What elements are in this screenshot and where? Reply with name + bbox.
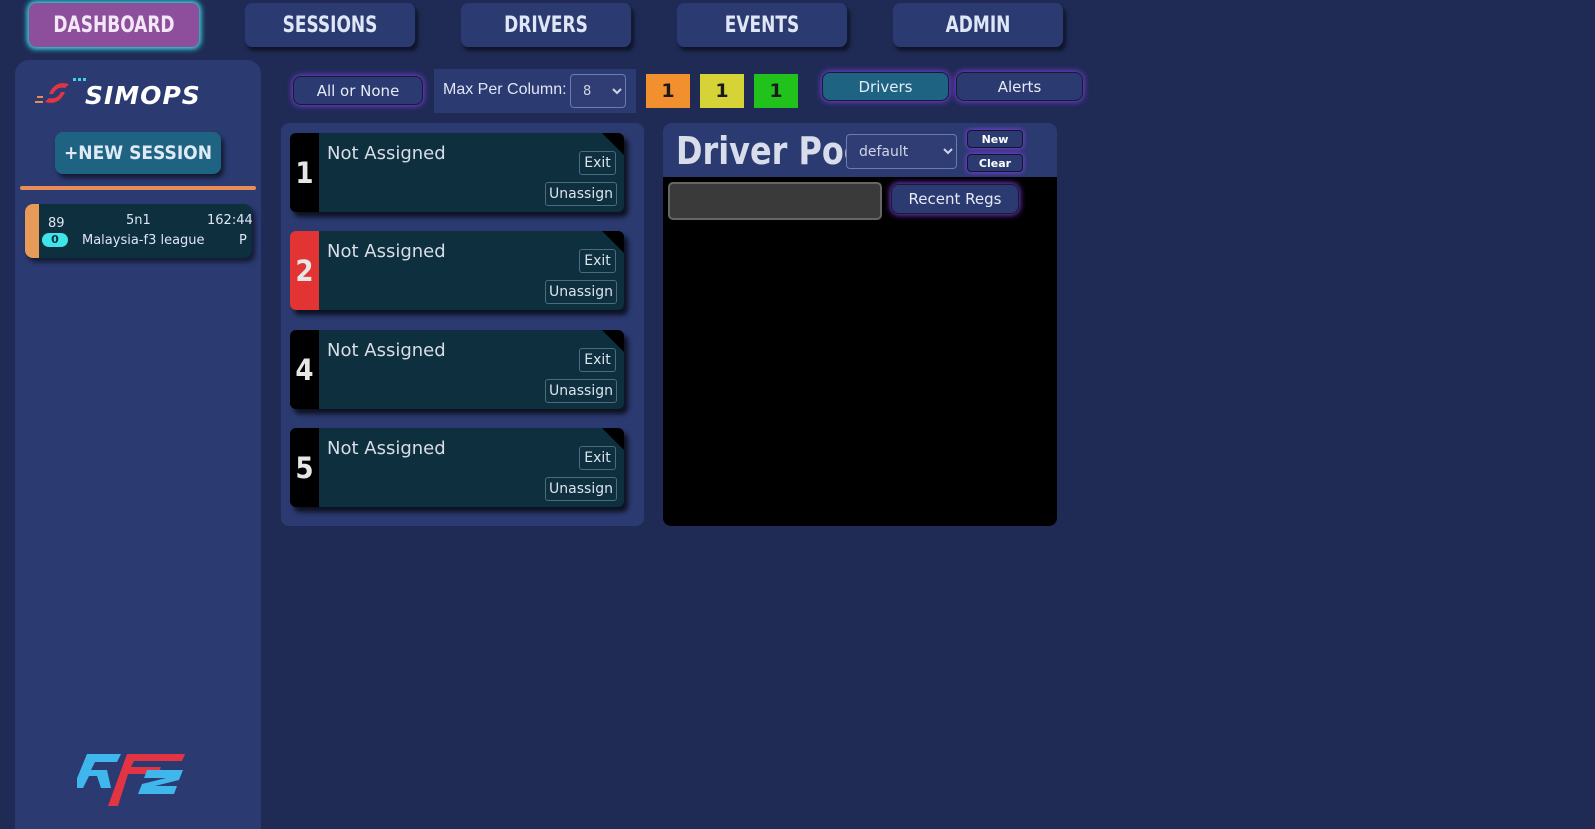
nav-events[interactable]: EVENTS [676,3,848,47]
sidebar: SIMOPS +NEW SESSION 89 0 5n1 162:44 Mala… [15,60,261,829]
seat-number: 1 [290,133,319,212]
tab-drivers[interactable]: Drivers [822,72,949,101]
clear-pool-button[interactable]: Clear [967,154,1023,172]
seat-card: 4 Not Assigned Exit Unassign [290,330,624,409]
exit-button[interactable]: Exit [579,348,616,372]
session-name: Malaysia-f3 league [82,233,205,248]
rf2-logo [73,746,193,812]
session-id: 89 [48,216,65,231]
seat-driver-name: Not Assigned [327,241,446,262]
recent-regs-button[interactable]: Recent Regs [891,184,1019,214]
max-per-column-select[interactable]: 8 [570,74,626,108]
tab-alerts[interactable]: Alerts [956,72,1083,101]
seat-card: 1 Not Assigned Exit Unassign [290,133,624,212]
session-status: P [239,233,247,248]
nav-drivers[interactable]: DRIVERS [460,3,632,47]
nav-admin[interactable]: ADMIN [892,3,1064,47]
session-time: 162:44 [207,213,252,228]
simops-logo: SIMOPS [35,76,245,110]
seat-driver-name: Not Assigned [327,340,446,361]
seat-driver-name: Not Assigned [327,143,446,164]
sidebar-divider [20,186,256,190]
unassign-button[interactable]: Unassign [545,477,617,501]
unassign-button[interactable]: Unassign [545,182,617,206]
session-card[interactable]: 89 0 5n1 162:44 Malaysia-f3 league P [25,204,252,258]
simops-logo-text: SIMOPS [85,81,201,110]
seat-card: 2 Not Assigned Exit Unassign [290,231,624,310]
driver-pool-select[interactable]: default [846,134,957,169]
exit-button[interactable]: Exit [579,446,616,470]
seat-driver-name: Not Assigned [327,438,446,459]
session-format: 5n1 [126,213,151,228]
seat-number: 2 [290,231,319,310]
count-orange: 1 [646,74,690,108]
unassign-button[interactable]: Unassign [545,280,617,304]
seat-number: 4 [290,330,319,409]
unassign-button[interactable]: Unassign [545,379,617,403]
count-yellow: 1 [700,74,744,108]
driver-pool-panel: Driver Pool default New Clear Recent Reg… [663,123,1057,526]
seat-panel: 1 Not Assigned Exit Unassign 2 Not Assig… [281,123,644,526]
new-pool-button[interactable]: New [967,130,1023,148]
driver-pool-header: Driver Pool default New Clear [663,123,1057,177]
exit-button[interactable]: Exit [579,151,616,175]
driver-search-input[interactable] [668,182,882,220]
seat-number: 5 [290,428,319,507]
session-badge: 0 [42,233,68,247]
seat-card: 5 Not Assigned Exit Unassign [290,428,624,507]
rf2-logo-icon [73,754,185,806]
max-per-column-label: Max Per Column: [443,81,567,98]
new-session-button[interactable]: +NEW SESSION [55,132,221,174]
all-or-none-button[interactable]: All or None [293,76,423,105]
nav-sessions[interactable]: SESSIONS [244,3,416,47]
count-green: 1 [754,74,798,108]
exit-button[interactable]: Exit [579,249,616,273]
session-status-stripe [25,204,39,258]
nav-dashboard[interactable]: DASHBOARD [28,3,200,47]
